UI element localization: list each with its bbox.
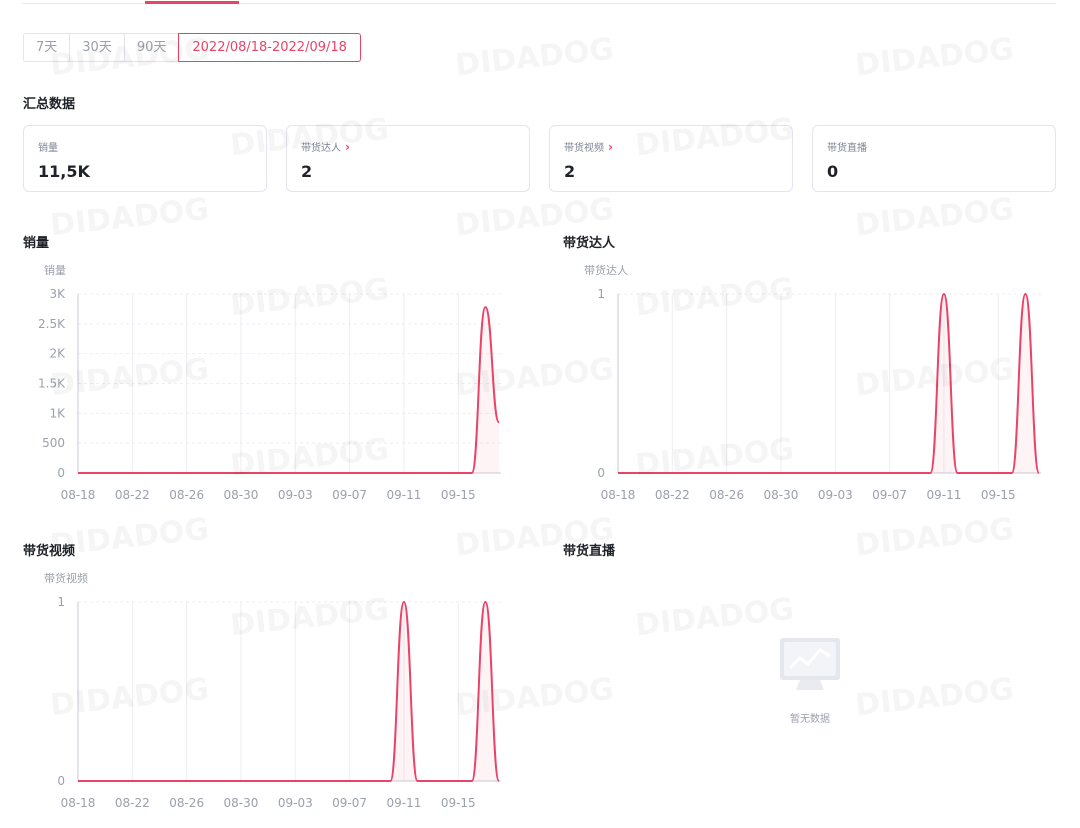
y-tick-label: 1 (597, 287, 605, 301)
y-tick-label: 500 (42, 436, 65, 450)
x-tick-label: 09-11 (926, 488, 961, 502)
y-tick-label: 0 (57, 774, 65, 788)
y-axis-title: 销量 (44, 263, 66, 277)
series-area (78, 307, 499, 473)
sales-chart-title: 销量 (23, 236, 50, 251)
watermark-text: DIDADOG (854, 192, 1016, 243)
card-label: 带货视频 (564, 143, 604, 154)
y-tick-label: 0 (597, 466, 605, 480)
card-sales: 销量 11,5K (23, 125, 267, 192)
card-value: 2 (564, 162, 576, 181)
x-tick-label: 09-15 (441, 488, 476, 502)
y-tick-label: 2K (49, 347, 66, 361)
x-tick-label: 08-22 (115, 796, 150, 810)
chevron-right-icon[interactable]: › (345, 140, 350, 154)
x-tick-label: 08-26 (709, 488, 744, 502)
influencers-chart: 带货达人 0 1 08-18 08-22 08-26 08-30 09-03 09-07 09-1… (584, 263, 1041, 502)
card-label: 带货达人 (301, 143, 341, 154)
live-chart-title: 带货直播 (563, 544, 616, 559)
card-value: 2 (301, 162, 313, 181)
date-range-tabs: 7天 30天 90天 2022/08/18-2022/09/18 (23, 33, 361, 62)
x-tick-label: 09-15 (441, 796, 476, 810)
y-tick-label: 1K (49, 406, 66, 420)
y-tick-label: 1 (57, 595, 65, 609)
chevron-right-icon[interactable]: › (608, 140, 613, 154)
x-tick-label: 08-18 (601, 488, 636, 502)
series-area (78, 602, 499, 781)
x-tick-label: 08-18 (61, 796, 96, 810)
tab-90-days[interactable]: 90天 (123, 33, 179, 62)
watermark-text: DIDADOG (454, 32, 616, 83)
x-tick-label: 08-30 (224, 488, 259, 502)
empty-state-text: 暂无数据 (790, 714, 830, 725)
tab-7-days[interactable]: 7天 (23, 33, 70, 62)
series-line (78, 600, 500, 782)
influencers-chart-title: 带货达人 (563, 236, 616, 251)
y-tick-label: 2.5K (38, 317, 66, 331)
x-tick-label: 08-26 (169, 488, 204, 502)
empty-chart-icon (780, 638, 840, 690)
y-tick-label: 3K (49, 287, 66, 301)
x-tick-label: 09-11 (386, 796, 421, 810)
card-influencers[interactable]: 带货达人 › 2 (286, 125, 530, 192)
x-tick-label: 08-30 (224, 796, 259, 810)
x-tick-label: 09-11 (386, 488, 421, 502)
watermark-text: DIDADOG (49, 192, 211, 243)
x-tick-label: 08-22 (655, 488, 690, 502)
x-tick-label: 08-18 (61, 488, 96, 502)
x-tick-label: 08-22 (115, 488, 150, 502)
card-videos[interactable]: 带货视频 › 2 (549, 125, 793, 192)
card-value: 0 (827, 162, 839, 181)
x-tick-label: 09-07 (332, 488, 367, 502)
x-tick-label: 09-03 (278, 796, 313, 810)
card-label: 带货直播 (827, 143, 867, 154)
tab-custom-date-range[interactable]: 2022/08/18-2022/09/18 (178, 33, 361, 62)
active-tab-indicator (145, 1, 239, 4)
series-area (618, 294, 1039, 473)
watermark-text: DIDADOG (854, 32, 1016, 83)
x-tick-label: 09-07 (332, 796, 367, 810)
x-tick-label: 09-03 (278, 488, 313, 502)
x-tick-label: 09-07 (872, 488, 907, 502)
y-tick-label: 1.5K (38, 377, 66, 391)
x-tick-label: 08-26 (169, 796, 204, 810)
x-tick-label: 08-30 (764, 488, 799, 502)
live-empty-state: 暂无数据 (760, 636, 860, 725)
y-axis-title: 带货达人 (584, 263, 628, 277)
videos-chart-title: 带货视频 (23, 544, 76, 559)
card-live: 带货直播 0 (812, 125, 1056, 192)
summary-title: 汇总数据 (23, 97, 76, 112)
watermark-text: DIDADOG (854, 672, 1016, 723)
card-value: 11,5K (38, 162, 90, 181)
y-axis-title: 带货视频 (44, 571, 88, 585)
tab-30-days[interactable]: 30天 (69, 33, 124, 62)
y-tick-label: 0 (57, 466, 65, 480)
series-line (618, 292, 1040, 475)
sales-chart: 销量 0 500 1K 1.5K 2K 2.5K 3K 08-18 08-22 08-26 08-30… (38, 263, 501, 502)
series-line (78, 306, 500, 475)
x-tick-label: 09-15 (981, 488, 1016, 502)
card-label: 销量 (38, 143, 58, 154)
x-tick-label: 09-03 (818, 488, 853, 502)
watermark-text: DIDADOG (854, 512, 1016, 563)
videos-chart: 带货视频 0 1 08-18 08-22 08-26 08-30 09-03 09-07 09-1… (44, 571, 501, 810)
